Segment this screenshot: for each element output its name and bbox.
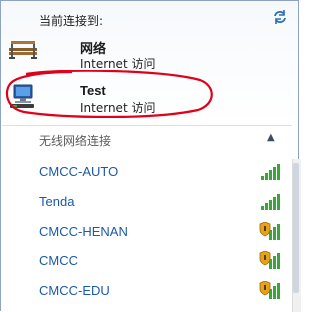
scrollbar-thumb[interactable] [293, 163, 299, 293]
signal-strength-icon [261, 194, 280, 210]
section-divider [2, 125, 292, 126]
wifi-network-item[interactable]: CMCC-EDU [2, 278, 292, 306]
secured-signal-icon [259, 281, 280, 299]
bench-network-icon [9, 41, 37, 59]
wifi-network-name: CMCC-EDU [39, 283, 110, 298]
refresh-icon[interactable] [272, 9, 288, 25]
wifi-network-name: CMCC [39, 253, 78, 268]
secured-signal-icon [259, 251, 280, 269]
network-flyout: 当前连接到: 网络 Internet 访问 Test Internet 访问 无… [0, 0, 301, 312]
wifi-network-name: CMCC-AUTO [39, 164, 119, 179]
wifi-network-name: CMCC-HENAN [39, 224, 128, 239]
collapse-caret-icon[interactable]: ▲ [267, 132, 275, 143]
wifi-network-item[interactable]: CMCC-HENAN [2, 219, 292, 247]
wireless-section-title: 无线网络连接 [39, 134, 112, 148]
wifi-network-item[interactable]: Tenda [2, 189, 292, 217]
signal-strength-icon [261, 164, 280, 180]
secured-signal-icon [259, 222, 280, 240]
annotation-circle [5, 70, 213, 118]
wifi-network-name: Tenda [39, 194, 75, 209]
wifi-network-item[interactable]: CMCC [2, 248, 292, 276]
wifi-network-item[interactable]: CMCC-AUTO [2, 159, 292, 187]
current-connection-header: 当前连接到: [39, 14, 104, 28]
